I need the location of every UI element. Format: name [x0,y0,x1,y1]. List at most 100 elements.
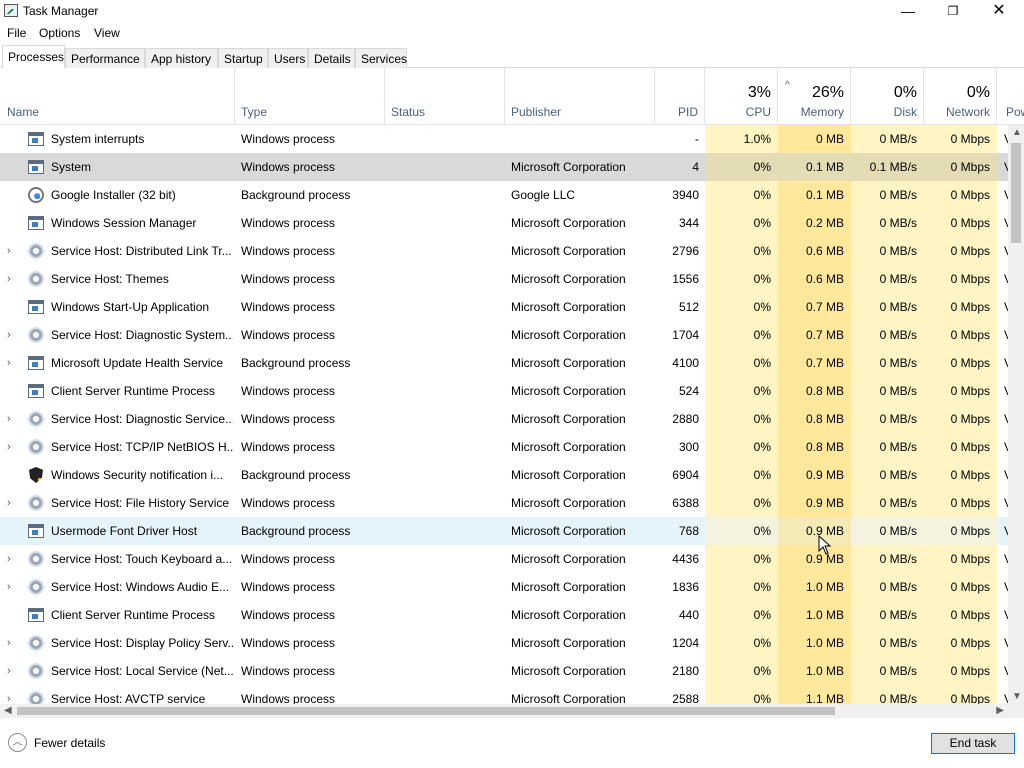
scroll-left-icon[interactable]: ◀ [4,704,12,718]
window-icon [28,132,44,146]
tab-services[interactable]: Services [355,48,407,69]
maximize-button[interactable]: ❐ [930,0,976,22]
cell-disk: 0.1 MB/s [851,153,924,181]
cell-pid: 2796 [672,244,699,258]
expand-chevron-icon[interactable]: › [7,629,17,657]
table-row[interactable]: Usermode Font Driver Host Background proc… [0,517,1008,545]
menu-view[interactable]: View [94,26,120,40]
cell-type: Windows process [241,664,336,678]
table-row[interactable]: Client Server Runtime Process Windows pro… [0,377,1008,405]
scroll-right-icon[interactable]: ▶ [996,704,1004,718]
header-type[interactable]: Type [235,68,385,124]
tab-performance[interactable]: Performance [65,48,145,69]
cell-pid: 344 [678,216,699,230]
expand-chevron-icon[interactable]: › [7,405,17,433]
cell-power: V [997,125,1008,153]
close-button[interactable]: ✕ [976,0,1022,22]
expand-chevron-icon[interactable]: › [7,237,17,265]
vertical-scroll-thumb[interactable] [1011,143,1021,243]
cell-disk: 0 MB/s [851,545,924,573]
table-row[interactable]: › Service Host: File History Service Windo… [0,489,1008,517]
gear-icon [28,635,44,651]
cell-disk: 0 MB/s [851,265,924,293]
table-row[interactable]: › Service Host: Diagnostic System... Windo… [0,321,1008,349]
cell-disk: 0 MB/s [851,517,924,545]
cell-network: 0 Mbps [924,545,997,573]
header-status[interactable]: Status [385,68,505,124]
table-row[interactable]: › Service Host: Themes Windows process Micr… [0,265,1008,293]
cell-power: V [997,377,1008,405]
header-power-label: Pow [1006,105,1024,119]
cell-pid: 1704 [672,328,699,342]
cell-network: 0 Mbps [924,573,997,601]
table-row[interactable]: System Windows process Microsoft Corporati… [0,153,1008,181]
cell-disk: 0 MB/s [851,181,924,209]
end-task-button[interactable]: End task [931,733,1015,754]
table-row[interactable]: Client Server Runtime Process Windows pro… [0,601,1008,629]
cell-name: Microsoft Update Health Service [51,356,224,370]
table-row[interactable]: › Service Host: TCP/IP NetBIOS H... Window… [0,433,1008,461]
cell-pid: 2180 [672,664,699,678]
cell-memory: 0.8 MB [778,405,851,433]
cell-pid: 4100 [672,356,699,370]
table-row[interactable]: System interrupts Windows process -1.0% 0 M… [0,125,1008,153]
cell-cpu: 0% [705,601,778,629]
cell-memory: 0.9 MB [778,489,851,517]
minimize-button[interactable]: — [885,0,931,22]
header-disk-label: Disk [893,105,917,119]
table-row[interactable]: › Service Host: Windows Audio E... Windows… [0,573,1008,601]
cell-power: V [997,545,1008,573]
cell-disk: 0 MB/s [851,433,924,461]
table-row[interactable]: Windows Start-Up Application Windows proc… [0,293,1008,321]
horizontal-scroll-thumb[interactable] [17,707,835,715]
cell-pid: 3940 [672,188,699,202]
expand-chevron-icon[interactable]: › [7,321,17,349]
header-pid[interactable]: PID [655,68,705,124]
tab-processes[interactable]: Processes [2,45,65,69]
cell-network: 0 Mbps [924,405,997,433]
expand-chevron-icon[interactable]: › [7,573,17,601]
cell-type: Windows process [241,300,336,314]
expand-chevron-icon[interactable]: › [7,545,17,573]
expand-chevron-icon[interactable]: › [7,685,17,704]
cell-memory: 0.9 MB [778,545,851,573]
header-publisher[interactable]: Publisher [505,68,655,124]
table-row[interactable]: Windows Session Manager Windows process Mi… [0,209,1008,237]
expand-chevron-icon[interactable]: › [7,349,17,377]
table-row[interactable]: › Microsoft Update Health Service Backgrou… [0,349,1008,377]
scroll-down-icon[interactable]: ▼ [1012,691,1022,702]
cell-type: Windows process [241,244,336,258]
header-network[interactable]: 0% Network [924,68,997,124]
scroll-up-icon[interactable]: ▲ [1012,127,1022,138]
expand-chevron-icon[interactable]: › [7,265,17,293]
tab-users[interactable]: Users [268,48,308,69]
table-row[interactable]: Windows Security notification i... Backgr… [0,461,1008,489]
table-row[interactable]: › Service Host: AVCTP service Windows proc… [0,685,1008,704]
cell-type: Windows process [241,496,336,510]
table-row[interactable]: › Service Host: Diagnostic Service... Wind… [0,405,1008,433]
header-cpu[interactable]: 3% CPU [705,68,778,124]
vertical-scrollbar[interactable]: ▲ ▼ [1008,125,1024,704]
cell-disk: 0 MB/s [851,489,924,517]
menu-file[interactable]: File [7,26,26,40]
tab-startup[interactable]: Startup [218,48,268,69]
header-power[interactable]: Pow [997,68,1024,124]
menu-options[interactable]: Options [39,26,80,40]
tab-details[interactable]: Details [308,48,355,69]
table-row[interactable]: › Service Host: Display Policy Serv... Win… [0,629,1008,657]
table-row[interactable]: › Service Host: Touch Keyboard a... Window… [0,545,1008,573]
expand-chevron-icon[interactable]: › [7,433,17,461]
header-disk[interactable]: 0% Disk [851,68,924,124]
table-row[interactable]: › Service Host: Distributed Link Tr... Win… [0,237,1008,265]
expand-chevron-icon[interactable]: › [7,489,17,517]
header-memory[interactable]: ^ 26% Memory [778,68,851,124]
gear-icon [28,663,44,679]
header-name[interactable]: Name [0,68,235,124]
cell-type: Windows process [241,580,336,594]
table-row[interactable]: › Service Host: Local Service (Net... Wind… [0,657,1008,685]
expand-chevron-icon[interactable]: › [7,657,17,685]
tab-app-history[interactable]: App history [145,48,218,69]
table-row[interactable]: Google Installer (32 bit) Background proc… [0,181,1008,209]
horizontal-scrollbar[interactable]: ◀ ▶ [0,704,1008,718]
gear-icon [28,327,44,343]
